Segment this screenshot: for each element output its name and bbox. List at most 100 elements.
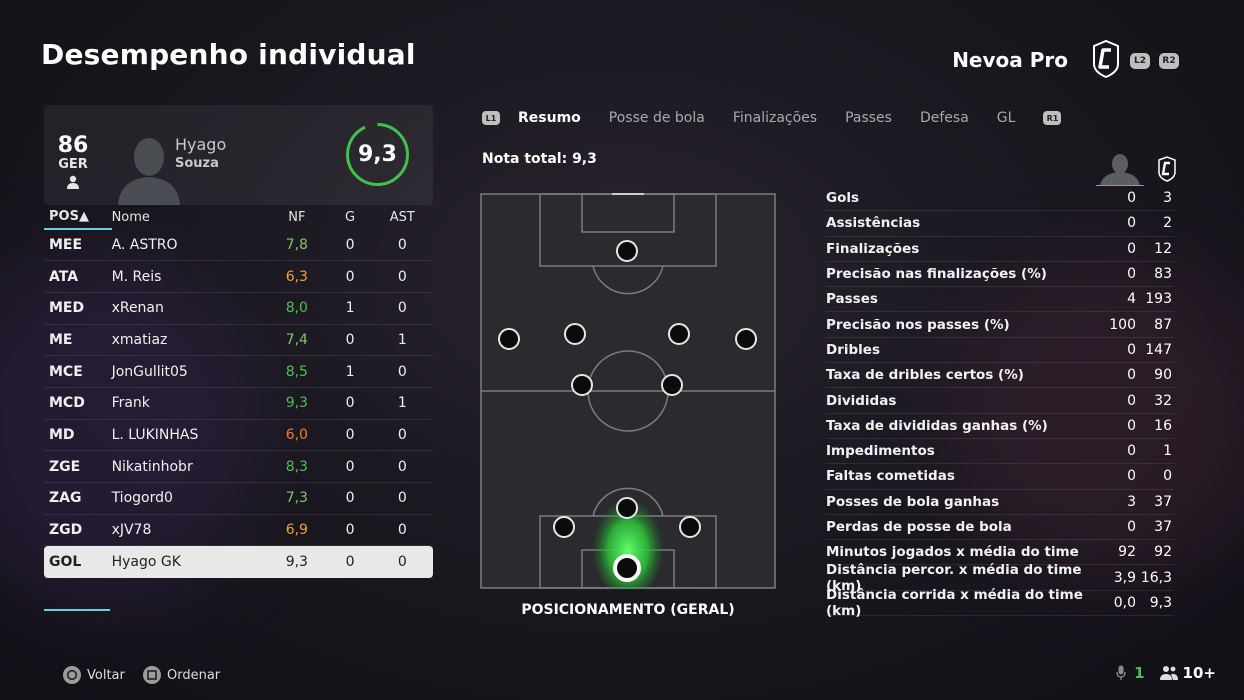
row-assists: 1 bbox=[371, 387, 433, 420]
sort-action[interactable]: Ordenar bbox=[143, 666, 220, 684]
row-assists: 0 bbox=[371, 482, 433, 515]
player-dot bbox=[616, 240, 638, 262]
tab-posse-de-bola[interactable]: Posse de bola bbox=[609, 110, 705, 126]
stat-player-value: 0 bbox=[1127, 468, 1136, 485]
row-goals: 0 bbox=[328, 324, 372, 357]
col-pos-header[interactable]: POS▲ bbox=[44, 205, 112, 230]
row-position: MEE bbox=[44, 229, 112, 262]
row-position: MED bbox=[44, 292, 112, 325]
row-assists: 0 bbox=[371, 260, 433, 293]
row-name: Tiogord0 bbox=[111, 482, 266, 515]
stat-player-value: 0 bbox=[1127, 443, 1136, 460]
table-row[interactable]: ZGD xJV78 6,9 0 0 bbox=[44, 514, 433, 547]
row-position: MCE bbox=[44, 355, 112, 388]
stat-label: Assistências bbox=[826, 215, 921, 232]
row-position: ZGD bbox=[44, 514, 112, 547]
table-row[interactable]: GOL Hyago GK 9,3 0 0 bbox=[44, 545, 433, 579]
stat-team-value: 87 bbox=[1154, 316, 1172, 333]
stat-row: Finalizações 0 12 bbox=[826, 237, 1174, 262]
table-row[interactable]: ZGE Nikatinhobr 8,3 0 0 bbox=[44, 450, 433, 483]
square-button-icon bbox=[143, 666, 161, 684]
table-row[interactable]: ME xmatiaz 7,4 0 1 bbox=[44, 324, 433, 357]
row-rating: 7,8 bbox=[265, 229, 329, 262]
stat-team-value: 193 bbox=[1145, 291, 1172, 308]
stat-team-value: 0 bbox=[1163, 468, 1172, 485]
player-dot bbox=[661, 374, 683, 396]
player-dot bbox=[668, 323, 690, 345]
row-assists: 0 bbox=[371, 419, 433, 452]
stat-row: Assistências 0 2 bbox=[826, 211, 1174, 237]
tab-resumo[interactable]: Resumo bbox=[518, 110, 581, 126]
row-position: ZAG bbox=[44, 482, 112, 515]
stat-row: Gols 0 3 bbox=[826, 186, 1174, 212]
stat-player-value: 0 bbox=[1127, 392, 1136, 409]
stat-label: Minutos jogados x média do time bbox=[826, 544, 1079, 561]
stats-tabs: L1 Resumo Posse de bola Finalizações Pas… bbox=[482, 110, 1079, 126]
row-goals: 0 bbox=[328, 545, 372, 579]
table-row[interactable]: ATA M. Reis 6,3 0 0 bbox=[44, 260, 433, 293]
stat-label: Perdas de posse de bola bbox=[826, 519, 1012, 535]
row-rating: 7,3 bbox=[265, 482, 329, 515]
tab-passes[interactable]: Passes bbox=[845, 110, 892, 126]
table-row[interactable]: MCE JonGullit05 8,5 1 0 bbox=[44, 355, 433, 388]
row-name: M. Reis bbox=[111, 260, 266, 293]
row-assists: 0 bbox=[371, 292, 433, 325]
row-rating: 6,0 bbox=[265, 419, 329, 452]
stat-player-value: 0 bbox=[1127, 266, 1136, 283]
stat-row: Perdas de posse de bola 0 37 bbox=[826, 515, 1174, 541]
row-goals: 0 bbox=[328, 229, 372, 262]
pitch-caption: POSICIONAMENTO (GERAL) bbox=[521, 602, 735, 618]
table-row[interactable]: MEE A. ASTRO 7,8 0 0 bbox=[44, 229, 433, 262]
row-assists: 0 bbox=[371, 450, 433, 483]
row-goals: 0 bbox=[328, 260, 372, 293]
stat-player-value: 0 bbox=[1127, 519, 1136, 535]
col-ast-header[interactable]: AST bbox=[372, 205, 433, 229]
row-name: xmatiaz bbox=[111, 324, 266, 357]
club-crest-icon bbox=[1093, 40, 1119, 78]
r1-button[interactable]: R1 bbox=[1043, 111, 1062, 125]
player-first-name: Hyago bbox=[175, 135, 227, 154]
row-name: A. ASTRO bbox=[111, 229, 266, 262]
stat-team-value: 147 bbox=[1145, 341, 1172, 358]
stat-label: Distância corrida x média do time (km) bbox=[826, 586, 1083, 619]
row-rating: 6,3 bbox=[265, 260, 329, 293]
row-rating: 7,4 bbox=[265, 324, 329, 357]
col-name-header[interactable]: Nome bbox=[112, 205, 266, 229]
l2-button[interactable]: L2 bbox=[1130, 53, 1150, 69]
col-g-header[interactable]: G bbox=[329, 205, 372, 229]
stat-player-value: 3 bbox=[1127, 493, 1136, 510]
stat-team-value: 16 bbox=[1154, 417, 1172, 434]
row-position: GOL bbox=[44, 545, 112, 579]
player-dot bbox=[679, 516, 701, 538]
back-action[interactable]: Voltar bbox=[63, 666, 125, 684]
stat-label: Divididas bbox=[826, 392, 897, 409]
stat-team-value: 1 bbox=[1163, 443, 1172, 460]
row-name: Frank bbox=[111, 387, 266, 420]
player-dot bbox=[553, 516, 575, 538]
row-position: ME bbox=[44, 324, 112, 357]
table-row[interactable]: MCD Frank 9,3 0 1 bbox=[44, 387, 433, 420]
stat-row: Taxa de divididas ganhas (%) 0 16 bbox=[826, 414, 1174, 439]
stat-player-value: 0 bbox=[1127, 240, 1136, 257]
l1-button[interactable]: L1 bbox=[482, 111, 500, 125]
tab-defesa[interactable]: Defesa bbox=[920, 110, 969, 126]
col-nf-header[interactable]: NF bbox=[265, 205, 328, 229]
stat-player-value: 0 bbox=[1127, 341, 1136, 358]
stat-label: Precisão nas finalizações (%) bbox=[826, 266, 1047, 283]
player-column-icon bbox=[1096, 154, 1144, 186]
player-dot bbox=[571, 374, 593, 396]
mic-count: 1 bbox=[1134, 664, 1145, 682]
stat-team-value: 12 bbox=[1154, 240, 1172, 257]
r2-button[interactable]: R2 bbox=[1159, 53, 1179, 69]
row-position: ZGE bbox=[44, 450, 112, 483]
row-goals: 0 bbox=[328, 482, 372, 515]
tab-finalizacoes[interactable]: Finalizações bbox=[733, 110, 817, 126]
table-row[interactable]: ZAG Tiogord0 7,3 0 0 bbox=[44, 482, 433, 515]
table-row[interactable]: MD L. LUKINHAS 6,0 0 0 bbox=[44, 419, 433, 452]
row-name: JonGullit05 bbox=[111, 355, 266, 388]
row-rating: 8,3 bbox=[265, 450, 329, 483]
party-count: 10+ bbox=[1182, 664, 1216, 682]
back-label: Voltar bbox=[87, 667, 125, 683]
table-row[interactable]: MED xRenan 8,0 1 0 bbox=[44, 292, 433, 325]
tab-gl[interactable]: GL bbox=[997, 110, 1016, 126]
